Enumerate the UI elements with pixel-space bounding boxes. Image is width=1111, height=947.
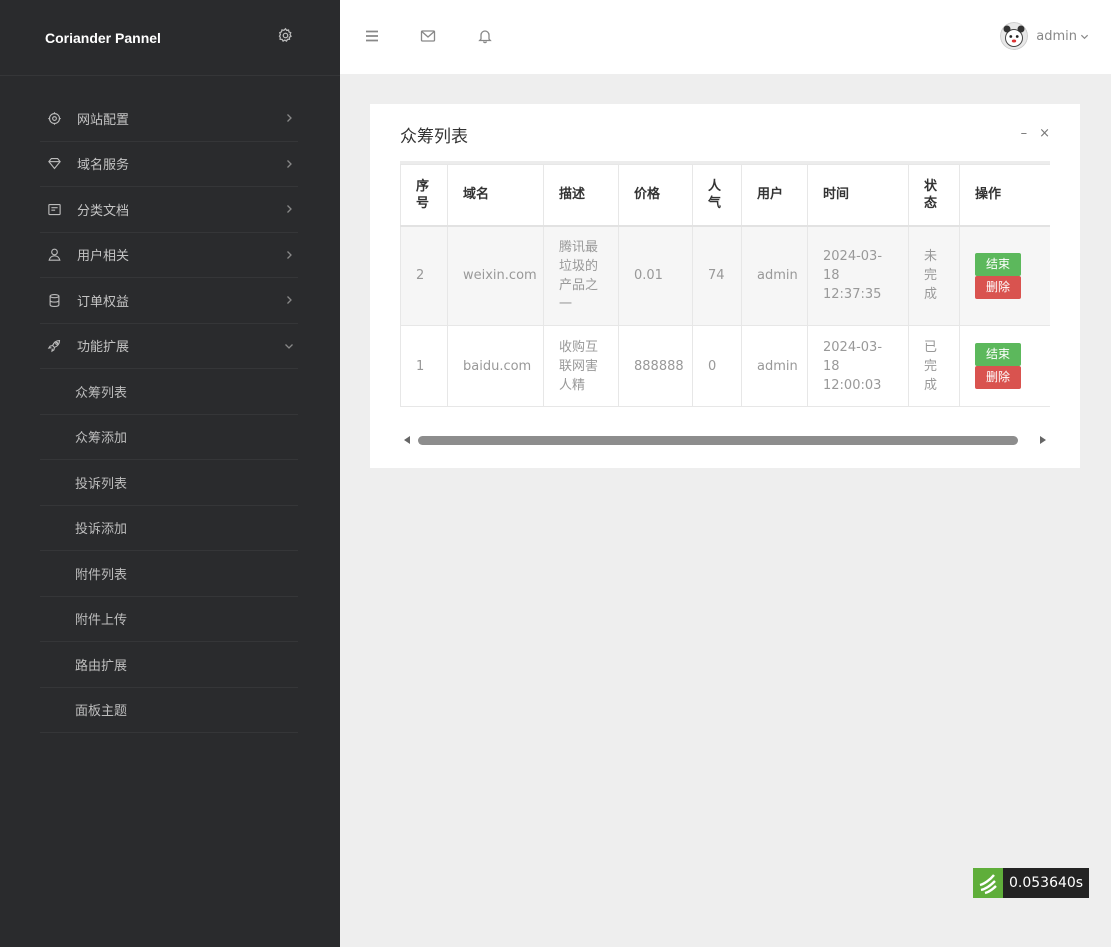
column-header-id: 序号 xyxy=(400,164,448,227)
sidebar: Coriander Pannel 网站配置 域名服务 分类文档 用户相关 订单权… xyxy=(0,0,340,947)
chevron-down-icon xyxy=(1080,34,1089,39)
chevron-right-icon xyxy=(282,248,296,262)
cell-popularity: 74 xyxy=(692,225,742,326)
column-header-status: 状态 xyxy=(908,164,960,227)
sidebar-item-label: 功能扩展 xyxy=(77,340,130,356)
sidebar-item-label: 分类文档 xyxy=(77,203,130,219)
delete-button[interactable]: 删除 xyxy=(975,275,1021,299)
cell-id: 2 xyxy=(400,225,448,326)
brand-title: Coriander Pannel xyxy=(45,29,161,46)
sidebar-item-label: 订单权益 xyxy=(77,294,130,310)
end-button[interactable]: 结束 xyxy=(975,252,1021,276)
column-header-popularity: 人气 xyxy=(692,164,742,227)
sidebar-subitem-crowdfund-list[interactable]: 众筹列表 xyxy=(40,369,298,415)
sidebar-menu: 网站配置 域名服务 分类文档 用户相关 订单权益 功能扩展 众筹列表 众筹添加 … xyxy=(0,76,298,733)
sidebar-subitem-route-extension[interactable]: 路由扩展 xyxy=(40,642,298,688)
cell-status: 已完成 xyxy=(908,325,960,407)
minimize-icon[interactable]: – xyxy=(1021,126,1028,141)
mail-icon[interactable] xyxy=(419,27,437,45)
column-header-time: 时间 xyxy=(807,164,909,227)
column-header-price: 价格 xyxy=(618,164,693,227)
render-time: 0.053640s xyxy=(1003,868,1090,898)
chevron-right-icon xyxy=(282,157,296,171)
gear-icon[interactable] xyxy=(277,27,294,48)
horizontal-scrollbar[interactable] xyxy=(400,432,1050,448)
sidebar-item-orders[interactable]: 订单权益 xyxy=(40,278,298,324)
sidebar-item-label: 用户相关 xyxy=(77,249,130,265)
sidebar-subitem-complaint-list[interactable]: 投诉列表 xyxy=(40,460,298,506)
card-tools: – × xyxy=(1021,126,1050,141)
table-header-row: 序号 域名 描述 价格 人气 用户 时间 状态 操作 xyxy=(400,164,1050,227)
avatar xyxy=(1000,22,1029,50)
sidebar-item-extensions[interactable]: 功能扩展 xyxy=(40,324,298,369)
chevron-right-icon xyxy=(282,111,296,125)
sidebar-item-label: 网站配置 xyxy=(77,112,130,128)
cell-description: 收购互联网害人精 xyxy=(543,325,619,407)
column-header-user: 用户 xyxy=(741,164,808,227)
user-icon xyxy=(46,246,63,263)
crowdfund-list-card: 众筹列表 – × 序号 域名 描述 价格 人气 用户 时间 状态 操作 2 we… xyxy=(370,104,1080,468)
cell-domain: weixin.com xyxy=(447,225,544,326)
cell-time: 2024-03-18 12:00:03 xyxy=(807,325,909,407)
sidebar-item-users[interactable]: 用户相关 xyxy=(40,233,298,278)
cell-actions: 结束 删除 xyxy=(959,325,1050,407)
card-title: 众筹列表 xyxy=(400,127,468,147)
table-container: 序号 域名 描述 价格 人气 用户 时间 状态 操作 2 weixin.com … xyxy=(400,161,1050,407)
sidebar-subitem-complaint-add[interactable]: 投诉添加 xyxy=(40,506,298,551)
cell-domain: baidu.com xyxy=(447,325,544,407)
table-row: 1 baidu.com 收购互联网害人精 888888 0 admin 2024… xyxy=(400,325,1050,407)
user-menu[interactable]: admin xyxy=(1000,22,1089,50)
table-row: 2 weixin.com 腾讯最垃圾的产品之一 0.01 74 admin 20… xyxy=(400,225,1050,326)
scroll-right-icon[interactable] xyxy=(1040,436,1046,444)
sidebar-subitem-attachment-list[interactable]: 附件列表 xyxy=(40,551,298,597)
cell-actions: 结束 删除 xyxy=(959,225,1050,326)
brand-header: Coriander Pannel xyxy=(0,0,340,76)
chevron-right-icon xyxy=(282,202,296,216)
scroll-left-icon[interactable] xyxy=(404,436,410,444)
database-icon xyxy=(46,292,63,309)
chevron-down-icon xyxy=(282,339,296,353)
cell-user: admin xyxy=(741,225,808,326)
sidebar-item-label: 域名服务 xyxy=(77,158,130,174)
column-header-domain: 域名 xyxy=(447,164,544,227)
document-icon xyxy=(46,201,63,218)
cell-user: admin xyxy=(741,325,808,407)
column-header-actions: 操作 xyxy=(959,164,1050,227)
cell-price: 0.01 xyxy=(618,225,693,326)
sidebar-item-category-docs[interactable]: 分类文档 xyxy=(40,187,298,233)
column-header-description: 描述 xyxy=(543,164,619,227)
delete-button[interactable]: 删除 xyxy=(975,366,1021,389)
menu-icon[interactable] xyxy=(363,27,381,45)
cell-status: 未完成 xyxy=(908,225,960,326)
gear-icon xyxy=(46,110,63,127)
framework-logo-icon xyxy=(973,868,1003,898)
cell-popularity: 0 xyxy=(692,325,742,407)
diamond-icon xyxy=(46,155,63,172)
end-button[interactable]: 结束 xyxy=(975,343,1021,366)
rocket-icon xyxy=(46,337,63,354)
sidebar-subitem-panel-theme[interactable]: 面板主题 xyxy=(40,688,298,733)
close-icon[interactable]: × xyxy=(1039,126,1050,141)
sidebar-item-domain-service[interactable]: 域名服务 xyxy=(40,142,298,187)
sidebar-item-site-config[interactable]: 网站配置 xyxy=(40,96,298,142)
cell-id: 1 xyxy=(400,325,448,407)
scrollbar-thumb[interactable] xyxy=(418,436,1018,445)
bell-icon[interactable] xyxy=(476,27,494,45)
cell-description: 腾讯最垃圾的产品之一 xyxy=(543,225,619,326)
topbar: admin xyxy=(340,0,1111,74)
sidebar-subitem-crowdfund-add[interactable]: 众筹添加 xyxy=(40,415,298,460)
chevron-right-icon xyxy=(282,293,296,307)
sidebar-subitem-attachment-upload[interactable]: 附件上传 xyxy=(40,597,298,642)
user-name: admin xyxy=(1036,28,1077,44)
cell-price: 888888 xyxy=(618,325,693,407)
cell-time: 2024-03-18 12:37:35 xyxy=(807,225,909,326)
render-timer-badge: 0.053640s xyxy=(973,868,1090,898)
crowdfund-table: 序号 域名 描述 价格 人气 用户 时间 状态 操作 2 weixin.com … xyxy=(400,164,1050,407)
